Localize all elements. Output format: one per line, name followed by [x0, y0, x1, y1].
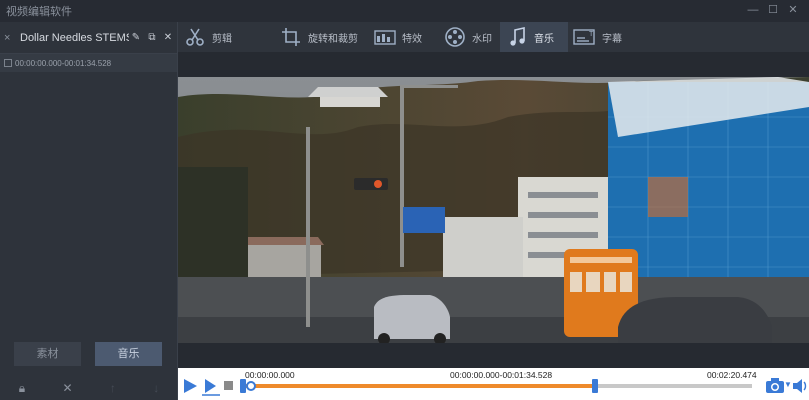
selection-range: 00:00:00.000-00:01:34.528 [450, 370, 553, 380]
close-icon[interactable]: × [4, 32, 14, 44]
maximize-icon[interactable]: ☐ [766, 3, 780, 17]
minimize-icon[interactable]: — [746, 3, 760, 17]
edit-icon[interactable]: ✎ [129, 31, 143, 45]
left-panel-toolbar: 🔒︎ ✕ ↑ ↓ [0, 376, 178, 400]
close-icon[interactable]: ✕ [161, 31, 175, 45]
preview-area [178, 52, 809, 368]
tab-rotate-crop[interactable]: 旋转和裁剪 [274, 22, 368, 52]
player-controls: 00:00:00.000 00:00:00.000-00:01:34.528 0… [178, 368, 809, 400]
svg-text:T: T [589, 31, 594, 38]
end-marker[interactable] [592, 379, 599, 393]
lock-icon[interactable]: 🔒︎ [19, 381, 25, 396]
edit-tabs: 剪辑 旋转和裁剪 特效 水印 音乐 T 字幕 [178, 22, 809, 52]
close-icon[interactable]: ✕ [786, 3, 800, 17]
tab-label: 剪辑 [212, 33, 232, 45]
volume-icon[interactable] [792, 378, 808, 394]
tab-effects[interactable]: 特效 [368, 22, 438, 52]
video-frame[interactable] [178, 77, 809, 343]
material-button[interactable]: 素材 [14, 342, 81, 366]
title-bar: 视频编辑软件 [0, 0, 809, 22]
segment-range: 00:00:00.000-00:01:34.528 [15, 58, 112, 68]
end-time: 00:02:20.474 [707, 370, 757, 380]
music-note-icon [504, 24, 530, 50]
film-reel-icon [442, 24, 468, 50]
tab-label: 音乐 [534, 33, 554, 45]
move-down-icon[interactable]: ↓ [153, 381, 159, 395]
tab-label: 特效 [402, 33, 422, 45]
timeline-track[interactable] [246, 384, 752, 388]
move-up-icon[interactable]: ↑ [110, 381, 116, 395]
tab-subtitle[interactable]: T 字幕 [568, 22, 638, 52]
subtitle-icon: T [572, 24, 598, 50]
tab-label: 旋转和裁剪 [308, 33, 358, 45]
start-time: 00:00:00.000 [245, 370, 295, 380]
selection-fill [246, 384, 596, 388]
play-selection-icon[interactable] [202, 378, 220, 396]
stop-icon[interactable] [224, 381, 233, 390]
left-panel-buttons: 素材 音乐 [14, 342, 162, 366]
segment-checkbox[interactable] [4, 59, 12, 67]
music-button[interactable]: 音乐 [95, 342, 162, 366]
file-title: Dollar Needles STEMS... [20, 31, 129, 44]
crop-icon [278, 24, 304, 50]
tab-cut[interactable]: 剪辑 [178, 22, 274, 52]
delete-icon[interactable]: ✕ [62, 381, 72, 395]
window-title: 视频编辑软件 [6, 6, 72, 18]
left-panel-header: × Dollar Needles STEMS... ✎ ⧉ ✕ [0, 22, 177, 54]
tab-label: 字幕 [602, 33, 622, 45]
play-icon[interactable] [182, 378, 198, 394]
chevron-down-icon[interactable]: ▼ [784, 380, 792, 389]
left-panel: × Dollar Needles STEMS... ✎ ⧉ ✕ 00:00:00… [0, 22, 178, 400]
camera-icon[interactable] [765, 377, 785, 395]
playhead[interactable] [246, 381, 256, 391]
tab-music[interactable]: 音乐 [500, 22, 568, 52]
segment-row[interactable]: 00:00:00.000-00:01:34.528 [0, 54, 177, 72]
tab-watermark[interactable]: 水印 [438, 22, 500, 52]
tab-label: 水印 [472, 33, 492, 45]
copy-icon[interactable]: ⧉ [145, 31, 159, 45]
effects-icon [372, 24, 398, 50]
scissors-icon [182, 24, 208, 50]
